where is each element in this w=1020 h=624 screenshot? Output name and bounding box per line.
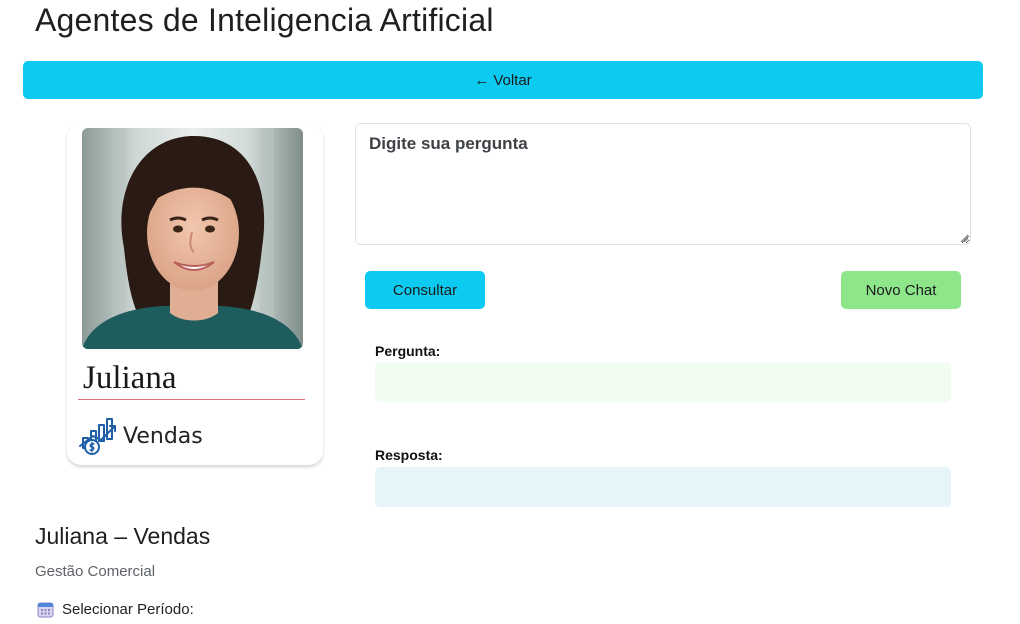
new-chat-button[interactable]: Novo Chat (841, 271, 961, 309)
question-heading: Pergunta: (375, 343, 441, 359)
agent-photo (82, 128, 303, 349)
back-button[interactable]: ← Voltar (23, 61, 983, 99)
question-display (375, 362, 951, 402)
section-subtitle: Gestão Comercial (35, 563, 156, 580)
sales-chart-dollar-icon (79, 418, 116, 455)
calendar-icon (37, 602, 54, 618)
agent-department: Vendas (77, 416, 203, 456)
period-selector-label: Selecionar Período: (37, 601, 194, 618)
page-title: Agentes de Inteligencia Artificial (35, 2, 494, 38)
name-underline-divider (78, 399, 305, 400)
resize-grip-icon[interactable] (960, 234, 968, 242)
section-title: Juliana – Vendas (35, 523, 211, 549)
back-button-label: Voltar (493, 71, 532, 89)
question-input[interactable] (355, 123, 971, 245)
answer-display (375, 467, 951, 507)
agent-card[interactable]: Juliana Vendas (67, 124, 323, 465)
period-label: Selecionar Período: (62, 601, 194, 618)
agent-department-label: Vendas (123, 423, 203, 449)
back-arrow-icon: ← (474, 71, 490, 89)
agent-name: Juliana (83, 360, 177, 396)
answer-heading: Resposta: (375, 447, 443, 463)
consult-button[interactable]: Consultar (365, 271, 485, 309)
